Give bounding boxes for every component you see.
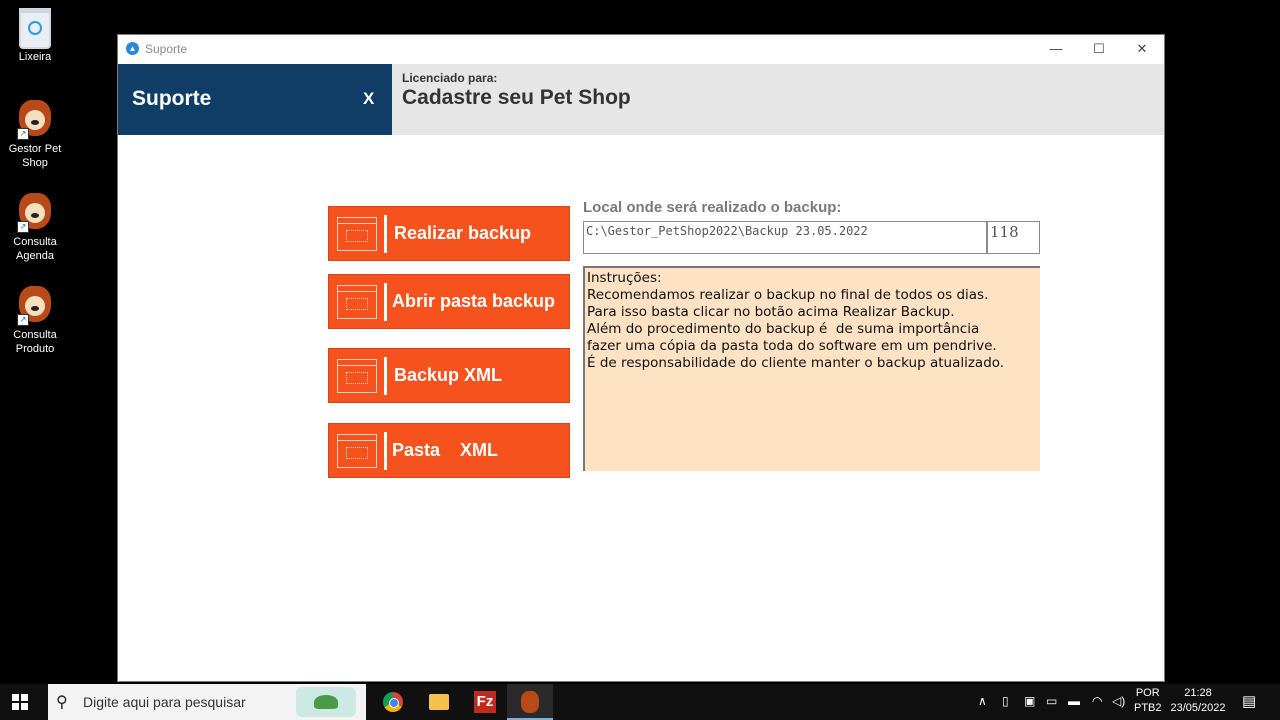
license-panel: Licenciado para: Cadastre seu Pet Shop [392, 64, 1164, 135]
instruction-line: Instruções: [587, 270, 662, 286]
folder-icon [337, 285, 377, 319]
desktop-icon-label: Gestor Pet Shop [8, 143, 62, 169]
pet-shop-icon [521, 691, 539, 713]
file-explorer-icon [429, 694, 449, 710]
search-highlight-image [296, 687, 356, 717]
taskbar-search-box[interactable]: ⚲ Digite aqui para pesquisar [48, 684, 366, 720]
taskbar-chrome[interactable] [369, 684, 415, 720]
notifications-icon[interactable]: ▤ [1242, 692, 1256, 710]
minimize-button[interactable]: — [1036, 39, 1076, 59]
xml-icon [337, 359, 377, 393]
search-icon: ⚲ [56, 694, 68, 711]
instruction-line: É de responsabilidade do cliente manter … [587, 355, 1005, 371]
desktop-icon-consulta-produto[interactable]: ↗ Consulta Produto [0, 286, 70, 356]
licensed-name: Cadastre seu Pet Shop [402, 86, 631, 109]
app-icon: ▲ [126, 42, 139, 55]
window-title: Suporte [145, 42, 188, 56]
abrir-pasta-backup-button[interactable]: Abrir pasta backup [328, 274, 570, 329]
desktop-icon-consulta-agenda[interactable]: ↗ Consulta Agenda [0, 193, 70, 263]
desktop-icon-label: Consulta Agenda [13, 236, 57, 262]
instructions-textarea[interactable]: Instruções: Recomendamos realizar o back… [583, 266, 1040, 471]
backup-path-field[interactable]: C:\Gestor_PetShop2022\Backup 23.05.2022 [583, 221, 987, 254]
backup-icon [337, 217, 377, 251]
realizar-backup-button[interactable]: Realizar backup [328, 206, 570, 261]
pet-shop-icon: ↗ [17, 286, 53, 326]
input-language-indicator[interactable]: POR PTB2 [1134, 686, 1162, 716]
filezilla-icon: Fz [474, 691, 496, 713]
onedrive-icon[interactable]: ▭ [1046, 694, 1057, 708]
suporte-window: ▲ Suporte — ☐ ✕ Suporte X Licenciado par… [117, 34, 1165, 682]
taskbar-pet-shop[interactable] [507, 684, 553, 720]
show-hidden-icons-button[interactable]: ∧ [978, 694, 987, 708]
start-button[interactable] [12, 694, 28, 710]
recycle-bin-icon [17, 8, 53, 49]
instruction-line: Para isso basta clicar no botão acima Re… [587, 304, 955, 320]
pasta-xml-button[interactable]: Pasta XML [328, 423, 570, 478]
chrome-icon [383, 692, 403, 712]
maximize-button[interactable]: ☐ [1079, 39, 1119, 59]
clock-time: 21:28 [1184, 687, 1212, 699]
instruction-line: Além do procedimento do backup é de suma… [587, 321, 980, 337]
instruction-line: Recomendamos realizar o backup no final … [587, 287, 989, 303]
network-adapter-icon[interactable]: ▣ [1024, 694, 1035, 708]
wifi-icon[interactable]: ◠ [1092, 694, 1102, 708]
backup-location-label: Local onde será realizado o backup: [583, 199, 842, 216]
button-label: Backup XML [394, 365, 503, 385]
window-titlebar[interactable]: ▲ Suporte — ☐ ✕ [118, 35, 1164, 63]
button-label: Realizar backup [394, 223, 532, 243]
keyboard-layout: PTB2 [1134, 702, 1162, 714]
search-placeholder: Digite aqui para pesquisar [83, 694, 246, 710]
desktop-icon-recycle-bin[interactable]: Lixeira [0, 8, 70, 64]
volume-icon[interactable]: ◁) [1112, 694, 1125, 708]
backup-count-field[interactable]: 118 [987, 221, 1040, 254]
taskbar-file-explorer[interactable] [415, 684, 461, 720]
button-label: Abrir pasta backup [392, 291, 556, 311]
licensed-label: Licenciado para: [402, 71, 498, 85]
taskbar: ⚲ Digite aqui para pesquisar Fz ∧ ▯ ▣ ▭ … [0, 684, 1280, 720]
pet-shop-icon: ↗ [17, 100, 53, 140]
backup-xml-button[interactable]: Backup XML [328, 348, 570, 403]
clock-date: 23/05/2022 [1170, 702, 1226, 714]
desktop-icon-label: Consulta Produto [13, 329, 57, 355]
taskbar-clock[interactable]: 21:28 23/05/2022 [1166, 686, 1230, 716]
battery-icon[interactable]: ▬ [1068, 694, 1080, 708]
language-code: POR [1135, 687, 1160, 699]
instruction-line: fazer uma cópia da pasta toda do softwar… [587, 338, 997, 354]
folder-xml-icon [337, 434, 377, 468]
desktop-icon-gestor-pet-shop[interactable]: ↗ Gestor Pet Shop [0, 100, 70, 170]
header-section-panel: Suporte X [118, 64, 392, 135]
pet-shop-icon: ↗ [17, 193, 53, 233]
close-section-button[interactable]: X [363, 89, 374, 109]
button-label: Pasta XML [392, 440, 499, 460]
taskbar-filezilla[interactable]: Fz [461, 684, 507, 720]
desktop-icon-label: Lixeira [18, 51, 52, 63]
usb-icon[interactable]: ▯ [1002, 694, 1009, 708]
section-title: Suporte [132, 87, 212, 110]
close-window-button[interactable]: ✕ [1122, 39, 1162, 59]
